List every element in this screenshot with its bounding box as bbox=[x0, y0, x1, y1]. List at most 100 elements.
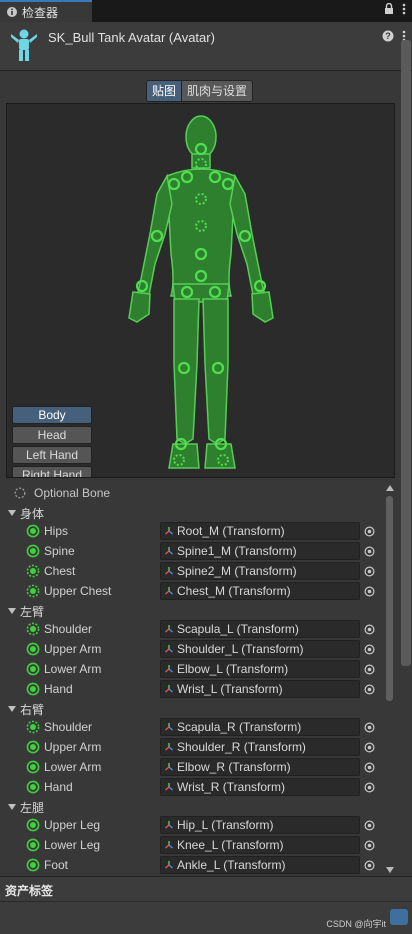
object-picker-button[interactable] bbox=[360, 718, 378, 736]
optional-bone-label: Optional Bone bbox=[34, 486, 111, 500]
transform-object-field[interactable]: Wrist_L (Transform) bbox=[160, 680, 360, 698]
transform-axis-icon bbox=[165, 821, 173, 829]
bone-icon[interactable] bbox=[26, 524, 40, 538]
group-label: 身体 bbox=[20, 506, 45, 521]
transform-object-field[interactable]: Wrist_R (Transform) bbox=[160, 778, 360, 796]
bone-list-scrollbar[interactable] bbox=[384, 483, 396, 876]
bone-icon[interactable] bbox=[26, 780, 40, 794]
bone-icon[interactable] bbox=[26, 544, 40, 558]
bone-name-label: Hand bbox=[44, 780, 73, 794]
object-picker-button[interactable] bbox=[360, 778, 378, 796]
chevron-down-icon[interactable] bbox=[8, 804, 16, 810]
object-picker-button[interactable] bbox=[360, 562, 378, 580]
bone-icon[interactable] bbox=[26, 662, 40, 676]
bone-name-label: Foot bbox=[44, 858, 69, 872]
group-header[interactable]: 左臂 bbox=[0, 601, 383, 621]
group-header[interactable]: 左腿 bbox=[0, 797, 383, 817]
optional-bone-icon[interactable] bbox=[26, 622, 40, 636]
body-part-right-hand-button[interactable]: Right Hand bbox=[12, 466, 92, 477]
bone-icon[interactable] bbox=[26, 838, 40, 852]
transform-object-field[interactable]: Hip_L (Transform) bbox=[160, 816, 360, 834]
bone-row: Upper Chest Chest_M (Transform) bbox=[0, 581, 383, 601]
bone-name-label: Upper Chest bbox=[44, 584, 112, 598]
bone-icon[interactable] bbox=[26, 858, 40, 872]
body-part-head-button[interactable]: Head bbox=[12, 426, 92, 444]
bone-icon[interactable] bbox=[26, 642, 40, 656]
transform-object-field[interactable]: Spine2_M (Transform) bbox=[160, 562, 360, 580]
transform-object-field[interactable]: Root_M (Transform) bbox=[160, 522, 360, 540]
object-picker-button[interactable] bbox=[360, 522, 378, 540]
inspector-scrollbar[interactable] bbox=[401, 40, 411, 666]
transform-object-field[interactable]: Scapula_L (Transform) bbox=[160, 620, 360, 638]
transform-object-field[interactable]: Elbow_R (Transform) bbox=[160, 758, 360, 776]
body-part-body-button[interactable]: Body bbox=[12, 406, 92, 424]
lock-icon[interactable] bbox=[384, 3, 394, 15]
transform-object-field[interactable]: Elbow_L (Transform) bbox=[160, 660, 360, 678]
body-part-selector: Body Head Left Hand Right Hand bbox=[12, 406, 92, 477]
object-picker-button[interactable] bbox=[360, 582, 378, 600]
optional-bone-icon[interactable] bbox=[26, 720, 40, 734]
bone-name-label: Shoulder bbox=[44, 622, 93, 636]
bone-icon[interactable] bbox=[26, 818, 40, 832]
chevron-down-icon[interactable] bbox=[8, 706, 16, 712]
bone-icon[interactable] bbox=[26, 740, 40, 754]
tab-muscles-settings[interactable]: 肌肉与设置 bbox=[181, 81, 253, 101]
bone-icon[interactable] bbox=[26, 682, 40, 696]
chevron-down-icon[interactable] bbox=[8, 608, 16, 614]
object-picker-button[interactable] bbox=[360, 660, 378, 678]
group-header[interactable]: 右臂 bbox=[0, 699, 383, 719]
kebab-menu-icon[interactable] bbox=[402, 3, 406, 15]
optional-bone-icon[interactable] bbox=[26, 584, 40, 598]
transform-object-field[interactable]: Ankle_L (Transform) bbox=[160, 856, 360, 874]
body-part-left-hand-button[interactable]: Left Hand bbox=[12, 446, 92, 464]
transform-value: Wrist_L (Transform) bbox=[177, 682, 283, 696]
transform-value: Shoulder_L (Transform) bbox=[177, 642, 304, 656]
scroll-thumb[interactable] bbox=[386, 496, 393, 701]
transform-axis-icon bbox=[165, 841, 173, 849]
object-picker-button[interactable] bbox=[360, 680, 378, 698]
object-picker-button[interactable] bbox=[360, 816, 378, 834]
avatar-figure-icon bbox=[11, 29, 37, 61]
scroll-up-arrow-icon[interactable] bbox=[386, 485, 394, 491]
object-picker-button[interactable] bbox=[360, 758, 378, 776]
object-picker-button[interactable] bbox=[360, 738, 378, 756]
transform-axis-icon bbox=[165, 567, 173, 575]
transform-axis-icon bbox=[165, 723, 173, 731]
transform-object-field[interactable]: Scapula_R (Transform) bbox=[160, 718, 360, 736]
chevron-down-icon[interactable] bbox=[8, 510, 16, 516]
dashed-circle-icon bbox=[14, 487, 26, 499]
transform-object-field[interactable]: Spine1_M (Transform) bbox=[160, 542, 360, 560]
target-icon bbox=[363, 565, 375, 577]
group-header[interactable]: 身体 bbox=[0, 503, 383, 523]
target-icon bbox=[363, 643, 375, 655]
target-icon bbox=[363, 761, 375, 773]
transform-object-field[interactable]: Shoulder_R (Transform) bbox=[160, 738, 360, 756]
tab-inspector[interactable]: 检查器 bbox=[0, 0, 92, 22]
watermark-logo-icon bbox=[390, 909, 408, 925]
object-picker-button[interactable] bbox=[360, 640, 378, 658]
tab-mapping[interactable]: 贴图 bbox=[147, 81, 182, 101]
object-picker-button[interactable] bbox=[360, 542, 378, 560]
bone-name-label: Upper Arm bbox=[44, 642, 102, 656]
optional-bone-icon[interactable] bbox=[26, 564, 40, 578]
bone-row: Hand Wrist_R (Transform) bbox=[0, 777, 383, 797]
bone-row: Lower Arm Elbow_R (Transform) bbox=[0, 757, 383, 777]
mode-tabs: 贴图 肌肉与设置 bbox=[146, 80, 254, 102]
target-icon bbox=[363, 819, 375, 831]
object-picker-button[interactable] bbox=[360, 856, 378, 874]
scroll-down-arrow-icon[interactable] bbox=[386, 867, 394, 873]
transform-value: Elbow_L (Transform) bbox=[177, 662, 289, 676]
target-icon bbox=[363, 623, 375, 635]
transform-object-field[interactable]: Knee_L (Transform) bbox=[160, 836, 360, 854]
bone-icon[interactable] bbox=[26, 760, 40, 774]
transform-object-field[interactable]: Shoulder_L (Transform) bbox=[160, 640, 360, 658]
transform-axis-icon bbox=[165, 743, 173, 751]
object-picker-button[interactable] bbox=[360, 620, 378, 638]
transform-object-field[interactable]: Chest_M (Transform) bbox=[160, 582, 360, 600]
bone-row: Foot Ankle_L (Transform) bbox=[0, 855, 383, 875]
object-picker-button[interactable] bbox=[360, 836, 378, 854]
bone-row: Spine Spine1_M (Transform) bbox=[0, 541, 383, 561]
help-icon[interactable]: ? bbox=[382, 30, 394, 42]
target-icon bbox=[363, 663, 375, 675]
target-icon bbox=[363, 781, 375, 793]
